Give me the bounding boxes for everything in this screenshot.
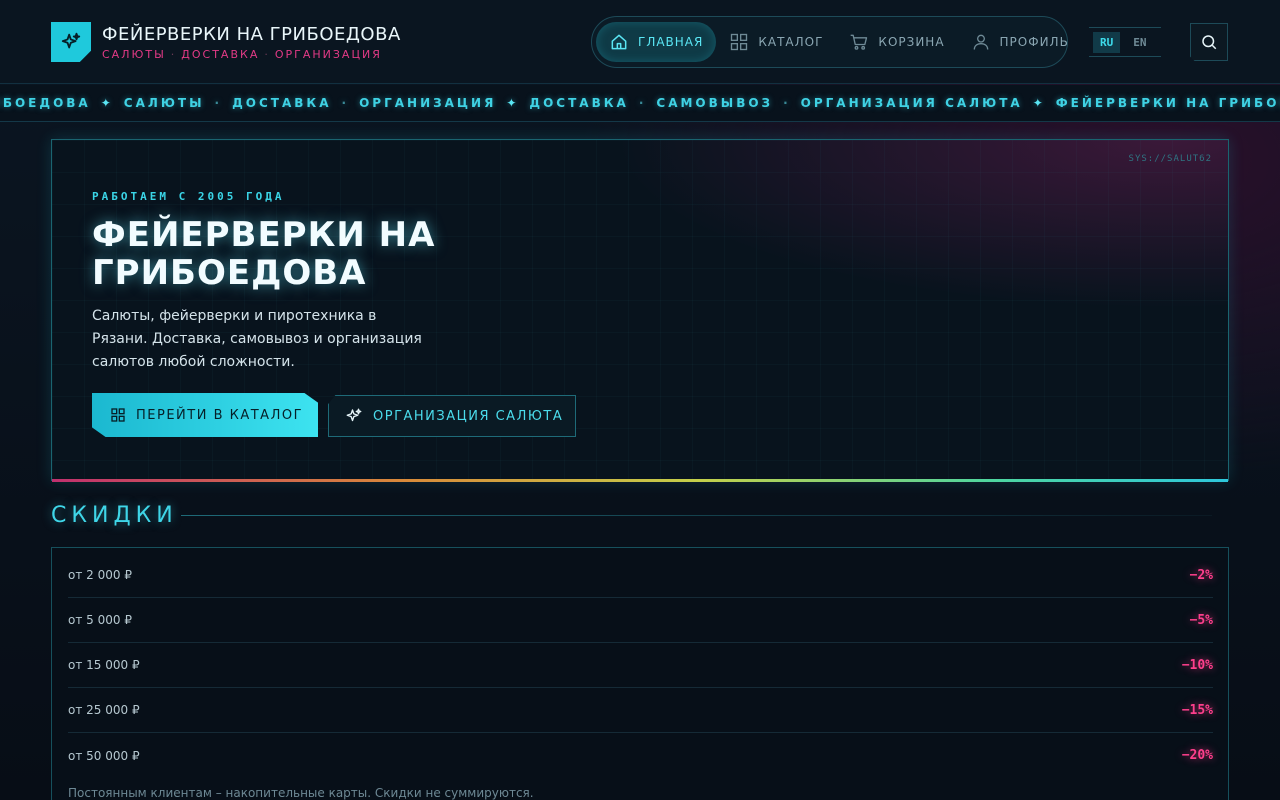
search-button[interactable]: [1190, 23, 1228, 61]
discount-threshold: от 50 000 ₽: [68, 748, 140, 763]
site-header: ФЕЙЕРВЕРКИ НА ГРИБОЕДОВА САЛЮТЫ · ДОСТАВКА…: [0, 0, 1280, 84]
brand-title: ФЕЙЕРВЕРКИ НА ГРИБОЕДОВА: [102, 23, 401, 45]
grid-icon: [111, 408, 125, 422]
marquee-ticker: РИБОЕДОВА✦САЛЮТЫ·ДОСТАВКА·ОРГАНИЗАЦИЯ✦ДО…: [0, 85, 1280, 122]
discount-row: от 2 000 ₽ −2%: [68, 553, 1213, 598]
discount-percent: −15%: [1181, 702, 1213, 718]
search-icon: [1202, 35, 1217, 50]
nav-item-label: КАТАЛОГ: [758, 35, 824, 49]
user-icon: [973, 34, 988, 50]
discount-threshold: от 15 000 ₽: [68, 658, 140, 672]
nav-item-label: КОРЗИНА: [878, 35, 945, 49]
grid-icon: [731, 33, 748, 51]
lang-option-ru[interactable]: RU: [1093, 31, 1121, 53]
nav-item-label: ГЛАВНАЯ: [638, 35, 704, 49]
sparkle-icon: [51, 22, 91, 62]
section-divider: [181, 515, 1212, 516]
ticker-item: ФЕЙЕРВЕРКИ НА ГРИБОЕДОВА: [1055, 96, 1280, 110]
nav-item-catalog[interactable]: КАТАЛОГ: [716, 22, 836, 62]
discount-threshold: от 5 000 ₽: [68, 613, 132, 627]
button-label: ОРГАНИЗАЦИЯ САЛЮТА: [373, 408, 564, 424]
sparkle-icon: [346, 408, 362, 422]
hero-panel: SYS://SALUT62 РАБОТАЕМ С 2005 ГОДА ФЕЙЕР…: [51, 139, 1229, 482]
discounts-table: от 2 000 ₽ −2% от 5 000 ₽ −5% от 15 000 …: [51, 547, 1229, 800]
language-switcher: RU EN: [1089, 27, 1161, 57]
home-icon: [611, 34, 627, 50]
main-nav: ГЛАВНАЯ КАТАЛОГ КОРЗИНА ПРОФИЛЬ: [591, 16, 1068, 68]
discount-percent: −10%: [1181, 657, 1213, 673]
brand-tag: САЛЮТЫ: [102, 47, 166, 61]
discount-percent: −20%: [1181, 748, 1213, 763]
nav-item-label: ПРОФИЛЬ: [999, 35, 1069, 49]
discount-threshold: от 2 000 ₽: [68, 568, 132, 582]
nav-item-home[interactable]: ГЛАВНАЯ: [596, 22, 717, 62]
nav-item-profile[interactable]: ПРОФИЛЬ: [958, 22, 1082, 62]
ticker-item: САМОВЫВОЗ: [656, 96, 774, 110]
hero-kicker: РАБОТАЕМ С 2005 ГОДА: [92, 190, 285, 203]
nav-item-cart[interactable]: КОРЗИНА: [836, 22, 957, 62]
cart-icon: [851, 34, 868, 50]
discount-percent: −5%: [1189, 612, 1213, 628]
button-label: ПЕРЕЙТИ В КАТАЛОГ: [136, 407, 304, 423]
hero-title: ФЕЙЕРВЕРКИ НА ГРИБОЕДОВА: [92, 215, 436, 293]
gradient-divider: [52, 479, 1228, 482]
ticker-item: РИБОЕДОВА: [0, 96, 91, 110]
discount-note: Постоянным клиентам – накопительные карт…: [68, 786, 534, 800]
section-title-discounts: СКИДКИ: [51, 503, 178, 528]
discount-row: от 5 000 ₽ −5%: [68, 598, 1213, 643]
go-to-catalog-button[interactable]: ПЕРЕЙТИ В КАТАЛОГ: [92, 393, 318, 437]
ticker-item: ОРГАНИЗАЦИЯ: [359, 96, 497, 110]
star-icon: ✦: [506, 96, 520, 110]
hero-description: Салюты, фейерверки и пиротехника в Рязан…: [92, 308, 422, 370]
ticker-item: ОРГАНИЗАЦИЯ САЛЮТА: [800, 96, 1023, 110]
discount-percent: −2%: [1189, 567, 1213, 583]
star-icon: ✦: [1032, 96, 1046, 110]
lang-option-en[interactable]: EN: [1126, 32, 1153, 53]
brand-tag: ОРГАНИЗАЦИЯ: [274, 47, 382, 61]
organize-salute-button[interactable]: ОРГАНИЗАЦИЯ САЛЮТА: [328, 395, 576, 437]
sys-tag: SYS://SALUT62: [1128, 154, 1212, 164]
brand-tags: САЛЮТЫ · ДОСТАВКА · ОРГАНИЗАЦИЯ: [102, 47, 382, 61]
ticker-item: ДОСТАВКА: [529, 96, 629, 110]
brand[interactable]: ФЕЙЕРВЕРКИ НА ГРИБОЕДОВА САЛЮТЫ · ДОСТАВКА…: [51, 22, 401, 62]
discount-threshold: от 25 000 ₽: [68, 703, 140, 717]
discount-row: от 25 000 ₽ −15%: [68, 688, 1213, 733]
ticker-item: САЛЮТЫ: [123, 96, 205, 110]
ticker-item: ДОСТАВКА: [232, 96, 332, 110]
discount-row: от 15 000 ₽ −10%: [68, 643, 1213, 688]
brand-tag: ДОСТАВКА: [181, 47, 260, 61]
star-icon: ✦: [100, 96, 114, 110]
discount-row: от 50 000 ₽ −20%: [68, 733, 1213, 778]
